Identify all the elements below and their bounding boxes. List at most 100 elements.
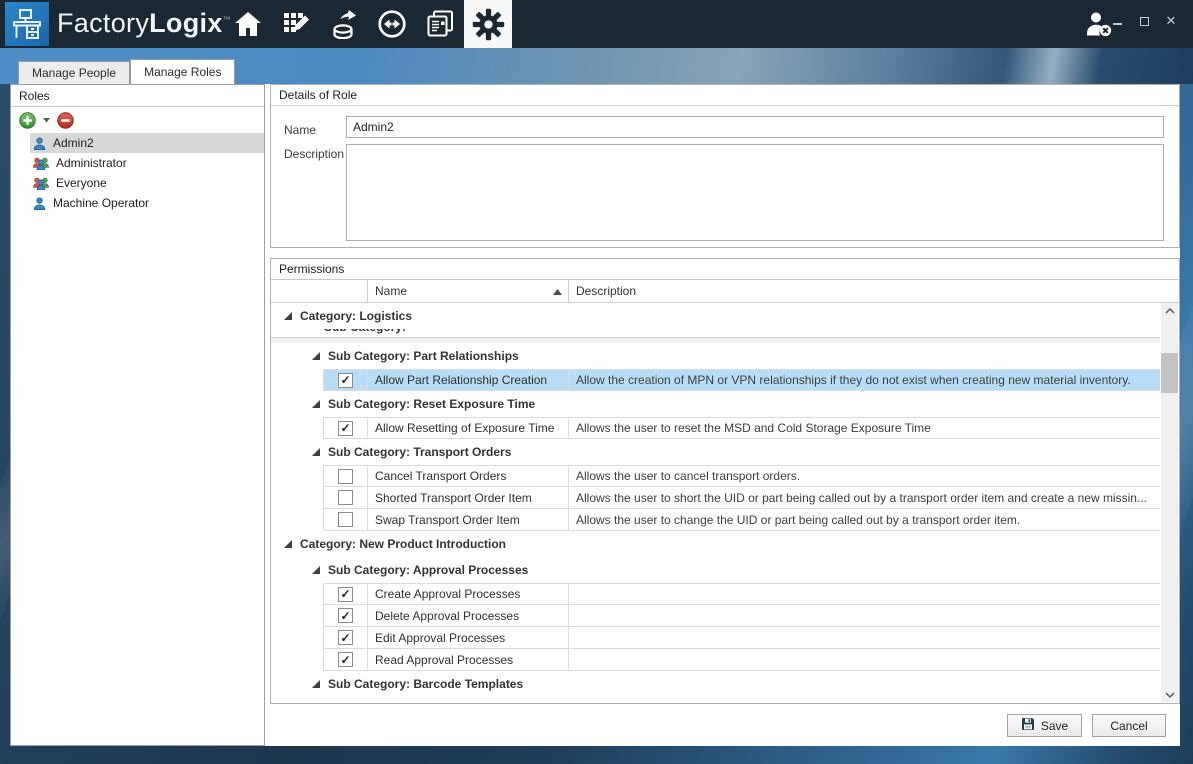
checkbox-cell xyxy=(323,370,368,390)
permission-row[interactable]: Cancel Transport OrdersAllows the user t… xyxy=(271,465,1160,487)
collapse-triangle-icon[interactable] xyxy=(284,312,292,320)
checkbox-cell xyxy=(323,584,368,604)
permission-checkbox[interactable] xyxy=(338,652,353,667)
permission-group-row[interactable]: Category: Logistics xyxy=(271,303,1160,329)
collapse-triangle-icon[interactable] xyxy=(312,352,320,360)
permission-name: Delete Approval Processes xyxy=(368,605,569,626)
permission-row[interactable]: Read Approval Processes xyxy=(271,649,1160,671)
row-indent xyxy=(271,465,323,487)
checkbox-cell xyxy=(323,487,368,508)
checkbox-cell xyxy=(323,649,368,670)
cancel-button-label: Cancel xyxy=(1110,719,1147,733)
save-button-label: Save xyxy=(1041,719,1068,733)
permission-description xyxy=(569,627,1160,648)
app-title: FactoryLogix™ xyxy=(57,8,231,39)
description-label: Description xyxy=(284,147,344,161)
permission-checkbox[interactable] xyxy=(338,608,353,623)
role-item[interactable]: Administrator xyxy=(30,153,264,173)
sort-ascending-icon xyxy=(553,284,562,298)
role-item[interactable]: Machine Operator xyxy=(30,193,264,213)
row-indent xyxy=(271,509,323,531)
vertical-scrollbar[interactable] xyxy=(1161,303,1178,702)
collapse-triangle-icon[interactable] xyxy=(312,566,320,574)
permission-row[interactable]: Delete Approval Processes xyxy=(271,605,1160,627)
production-planning-icon[interactable] xyxy=(272,0,320,48)
cancel-button[interactable]: Cancel xyxy=(1092,714,1166,737)
details-of-role-box: Details of Role Name Description xyxy=(270,84,1180,248)
role-description-input[interactable] xyxy=(346,144,1164,241)
permission-row[interactable]: Create Approval Processes xyxy=(271,583,1160,605)
data-exchange-icon[interactable] xyxy=(368,0,416,48)
scroll-down-icon[interactable] xyxy=(1161,687,1178,702)
collapse-triangle-icon[interactable] xyxy=(312,680,320,688)
tab-manage-roles[interactable]: Manage Roles xyxy=(130,59,235,84)
reports-icon[interactable] xyxy=(416,0,464,48)
add-role-dropdown-icon[interactable] xyxy=(43,118,50,123)
role-label: Everyone xyxy=(56,176,107,190)
role-name-input[interactable] xyxy=(346,116,1164,138)
permission-row[interactable]: Allow Resetting of Exposure TimeAllows t… xyxy=(271,417,1160,439)
minimize-button[interactable] xyxy=(1111,15,1123,27)
settings-icon[interactable] xyxy=(464,0,512,48)
remove-role-button[interactable] xyxy=(56,111,75,130)
permission-description xyxy=(569,584,1160,604)
collapse-triangle-icon[interactable] xyxy=(284,540,292,548)
collapse-triangle-icon[interactable] xyxy=(312,400,320,408)
permission-checkbox[interactable] xyxy=(338,512,353,527)
permission-group-row[interactable]: Sub Category: Part Relationships xyxy=(271,343,1160,369)
role-item[interactable]: Everyone xyxy=(30,173,264,193)
single-user-icon xyxy=(33,137,46,150)
permission-description: Allows the user to short the UID or part… xyxy=(569,487,1160,508)
role-label: Admin2 xyxy=(53,136,94,150)
row-indent xyxy=(271,417,323,439)
collapse-triangle-icon[interactable] xyxy=(312,448,320,456)
single-user-icon xyxy=(33,197,46,210)
permission-checkbox[interactable] xyxy=(338,490,353,505)
close-button[interactable]: ✕ xyxy=(1165,15,1177,27)
permission-checkbox[interactable] xyxy=(338,587,353,602)
permission-description: Allows the user to change the UID or par… xyxy=(569,509,1160,530)
group-label: Category: New Product Introduction xyxy=(300,537,506,551)
tab-manage-people[interactable]: Manage People xyxy=(18,61,130,84)
permission-row[interactable]: Shorted Transport Order ItemAllows the u… xyxy=(271,487,1160,509)
roles-list: Admin2 Administrator Everyone Machine Opera… xyxy=(11,133,264,213)
permission-group-row[interactable]: Sub Category: Reset Exposure Time xyxy=(271,391,1160,417)
save-icon xyxy=(1021,717,1035,734)
add-role-button[interactable] xyxy=(18,111,37,130)
home-icon[interactable] xyxy=(224,0,272,48)
permission-checkbox[interactable] xyxy=(338,469,353,484)
app-logo-icon xyxy=(5,2,49,46)
permission-row[interactable]: Allow Part Relationship CreationAllow th… xyxy=(271,369,1160,391)
permission-description: Allows the user to reset the MSD and Col… xyxy=(569,418,1160,438)
permission-group-row[interactable]: Sub Category: Barcode Templates xyxy=(271,671,1160,697)
titlebar-nav xyxy=(224,0,512,48)
window-controls: ✕ xyxy=(1111,15,1177,27)
permission-group-row[interactable]: Sub Category: Transport Orders xyxy=(271,439,1160,465)
row-indent xyxy=(271,583,323,605)
row-indent xyxy=(271,369,323,391)
permission-checkbox[interactable] xyxy=(338,630,353,645)
app-title-regular: Factory xyxy=(57,8,149,38)
group-label: Category: Logistics xyxy=(300,309,412,323)
description-column-header[interactable]: Description xyxy=(569,280,1179,302)
save-button[interactable]: Save xyxy=(1007,714,1082,737)
roles-panel-title: Roles xyxy=(11,85,264,107)
checkbox-column-header[interactable] xyxy=(271,280,368,302)
name-column-header[interactable]: Name xyxy=(368,280,569,302)
role-item[interactable]: Admin2 xyxy=(30,133,264,153)
permission-group-row[interactable]: Category: New Product Introduction xyxy=(271,531,1160,557)
group-users-icon xyxy=(33,157,49,170)
scroll-up-icon[interactable] xyxy=(1161,303,1178,318)
material-handling-icon[interactable] xyxy=(320,0,368,48)
description-column-label: Description xyxy=(576,284,636,298)
scrollbar-thumb[interactable] xyxy=(1161,353,1178,393)
permission-checkbox[interactable] xyxy=(338,421,353,436)
maximize-button[interactable] xyxy=(1138,15,1150,27)
permission-group-row[interactable]: Sub Category: Approval Processes xyxy=(271,557,1160,583)
permission-row[interactable]: Swap Transport Order ItemAllows the user… xyxy=(271,509,1160,531)
row-indent xyxy=(271,627,323,649)
permission-name: Swap Transport Order Item xyxy=(368,509,569,530)
permission-row[interactable]: Edit Approval Processes xyxy=(271,627,1160,649)
permission-checkbox[interactable] xyxy=(338,373,353,388)
details-title: Details of Role xyxy=(271,85,1179,106)
